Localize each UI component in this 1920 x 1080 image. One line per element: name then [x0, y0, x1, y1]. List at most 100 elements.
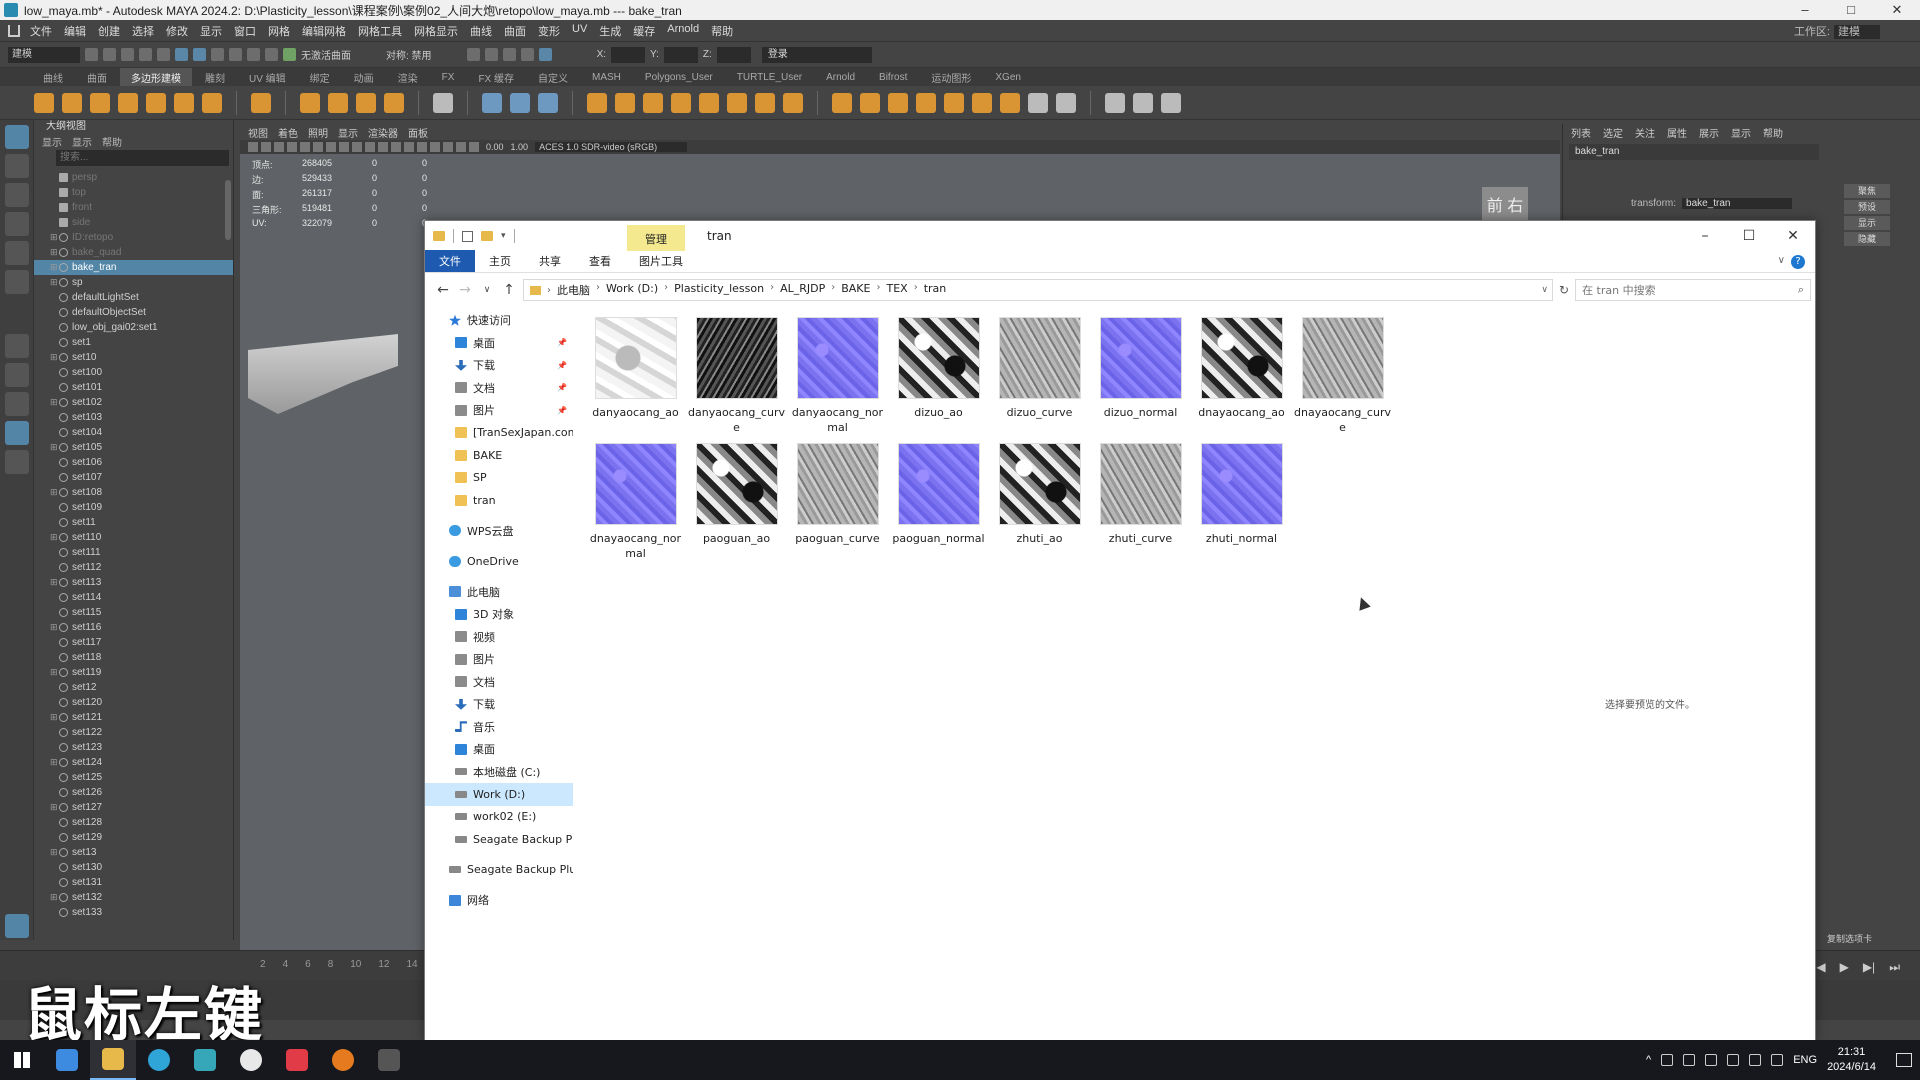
nav-item[interactable]: 桌面 📌: [425, 332, 573, 355]
outliner-item[interactable]: set126: [34, 785, 233, 800]
play-icon[interactable]: ▶: [1840, 960, 1849, 975]
outliner-item[interactable]: set123: [34, 740, 233, 755]
shelf-tab[interactable]: Polygons_User: [634, 70, 724, 85]
outliner-item[interactable]: ⊞ set116: [34, 620, 233, 635]
outliner-item[interactable]: front: [34, 200, 233, 215]
quick-access-dropdown-icon[interactable]: ▾: [501, 231, 506, 241]
resolution-gate-icon[interactable]: [378, 142, 388, 152]
multi-cut-icon[interactable]: [860, 92, 880, 113]
motion-blur-icon[interactable]: [456, 142, 466, 152]
maximize-button[interactable]: □: [1828, 2, 1874, 18]
taskbar-app-camera[interactable]: [366, 1040, 412, 1080]
expand-icon[interactable]: ⊞: [50, 620, 59, 635]
expand-icon[interactable]: ⊞: [50, 710, 59, 725]
color-space-dropdown[interactable]: ACES 1.0 SDR-video (sRGB): [535, 142, 688, 152]
outliner-item[interactable]: set114: [34, 590, 233, 605]
shelf-tab[interactable]: 曲面: [76, 68, 118, 87]
expand-icon[interactable]: ⊞: [50, 665, 59, 680]
outliner-item[interactable]: set101: [34, 380, 233, 395]
breadcrumb-item[interactable]: TEX: [886, 282, 907, 298]
viewport-menu-item[interactable]: 着色: [278, 125, 298, 140]
expand-icon[interactable]: ⊞: [50, 260, 59, 275]
outliner-menu-item[interactable]: 帮助: [102, 134, 122, 149]
outliner-item[interactable]: set128: [34, 815, 233, 830]
shelf-tab[interactable]: 渲染: [387, 68, 429, 87]
shelf-tab[interactable]: Arnold: [815, 70, 866, 85]
type-tool-icon[interactable]: [356, 92, 376, 113]
outliner-item[interactable]: set120: [34, 695, 233, 710]
exposure-value[interactable]: 0.00: [486, 142, 504, 152]
outliner-item[interactable]: set11: [34, 515, 233, 530]
shelf-tab[interactable]: FX: [431, 70, 466, 85]
merge-icon[interactable]: [1000, 92, 1020, 113]
step-back-icon[interactable]: ◀: [1816, 960, 1825, 975]
poly-cube-icon[interactable]: [62, 92, 82, 113]
outliner-item[interactable]: ⊞ set13: [34, 845, 233, 860]
render-settings-icon[interactable]: [502, 48, 516, 61]
file-item[interactable]: dnayaocang_normal: [585, 443, 686, 569]
ipr-render-icon[interactable]: [484, 48, 498, 61]
file-item[interactable]: danyaocang_curve: [686, 317, 787, 443]
outliner-item[interactable]: set131: [34, 875, 233, 890]
poly-plane-icon[interactable]: [174, 92, 194, 113]
nav-item[interactable]: OneDrive: [425, 550, 573, 573]
maya-m-icon[interactable]: [5, 914, 29, 938]
breadcrumb-item[interactable]: Work (D:): [606, 282, 658, 298]
explorer-minimize-button[interactable]: –: [1683, 228, 1727, 244]
fill-icon[interactable]: [1056, 92, 1076, 113]
explorer-close-button[interactable]: ✕: [1771, 228, 1815, 244]
poly-platonic-icon[interactable]: [251, 92, 271, 113]
expand-icon[interactable]: ⊞: [50, 395, 59, 410]
poke-icon[interactable]: [1133, 92, 1153, 113]
file-item[interactable]: paoguan_normal: [888, 443, 989, 569]
outliner-item[interactable]: low_obj_gai02:set1: [34, 320, 233, 335]
outliner-item[interactable]: set111: [34, 545, 233, 560]
smooth-icon[interactable]: [538, 92, 558, 113]
wireframe-icon[interactable]: [261, 142, 271, 152]
taskbar-app-maya[interactable]: [182, 1040, 228, 1080]
svg-tool-icon[interactable]: [384, 92, 404, 113]
outliner-item[interactable]: ⊞ set110: [34, 530, 233, 545]
go-end-icon[interactable]: ⏭: [1889, 960, 1900, 975]
paint-select-icon[interactable]: [5, 183, 29, 207]
textured-icon[interactable]: [287, 142, 297, 152]
insert-loop-icon[interactable]: [888, 92, 908, 113]
outliner-item[interactable]: set125: [34, 770, 233, 785]
outliner-item[interactable]: ⊞ sp: [34, 275, 233, 290]
breadcrumb-item[interactable]: Plasticity_lesson: [674, 282, 764, 298]
symmetry-label[interactable]: 对称: 禁用: [386, 47, 432, 62]
gate-mask-icon[interactable]: [391, 142, 401, 152]
file-item[interactable]: zhuti_normal: [1191, 443, 1292, 569]
offset-loop-icon[interactable]: [916, 92, 936, 113]
outliner-item[interactable]: set115: [34, 605, 233, 620]
render-icon[interactable]: [466, 48, 480, 61]
menu-item[interactable]: 变形: [538, 23, 560, 39]
shelf-tab[interactable]: 曲线: [32, 68, 74, 87]
file-item[interactable]: dnayaocang_curve: [1292, 317, 1393, 443]
outliner-menu-item[interactable]: 显示: [42, 134, 62, 149]
outliner-item[interactable]: set103: [34, 410, 233, 425]
viewport-menu-item[interactable]: 照明: [308, 125, 328, 140]
menu-item[interactable]: 文件: [30, 23, 52, 39]
menu-item[interactable]: 窗口: [234, 23, 256, 39]
select-tool-icon[interactable]: [5, 125, 29, 149]
expand-icon[interactable]: ⊞: [50, 245, 59, 260]
menu-item[interactable]: 网格工具: [358, 23, 402, 39]
aa-icon[interactable]: [430, 142, 440, 152]
nav-item[interactable]: Work (D:): [425, 783, 573, 806]
outliner-item[interactable]: ⊞ set124: [34, 755, 233, 770]
poly-cylinder-icon[interactable]: [90, 92, 110, 113]
wedge-icon[interactable]: [1105, 92, 1125, 113]
outliner-item[interactable]: ⊞ set105: [34, 440, 233, 455]
append-polygon-icon[interactable]: [832, 92, 852, 113]
nav-item[interactable]: WPS云盘: [425, 520, 573, 543]
outliner-item[interactable]: ⊞ bake_tran: [34, 260, 233, 275]
outliner-item[interactable]: set100: [34, 365, 233, 380]
breadcrumb-item[interactable]: 此电脑: [557, 282, 590, 298]
nav-item[interactable]: 下载 📌: [425, 354, 573, 377]
step-forward-icon[interactable]: ▶|: [1863, 960, 1875, 975]
attribute-menu-item[interactable]: 展示: [1699, 125, 1719, 140]
menu-item[interactable]: 编辑网格: [302, 23, 346, 39]
smooth-shade-icon[interactable]: [274, 142, 284, 152]
shelf-tab[interactable]: XGen: [984, 70, 1032, 85]
